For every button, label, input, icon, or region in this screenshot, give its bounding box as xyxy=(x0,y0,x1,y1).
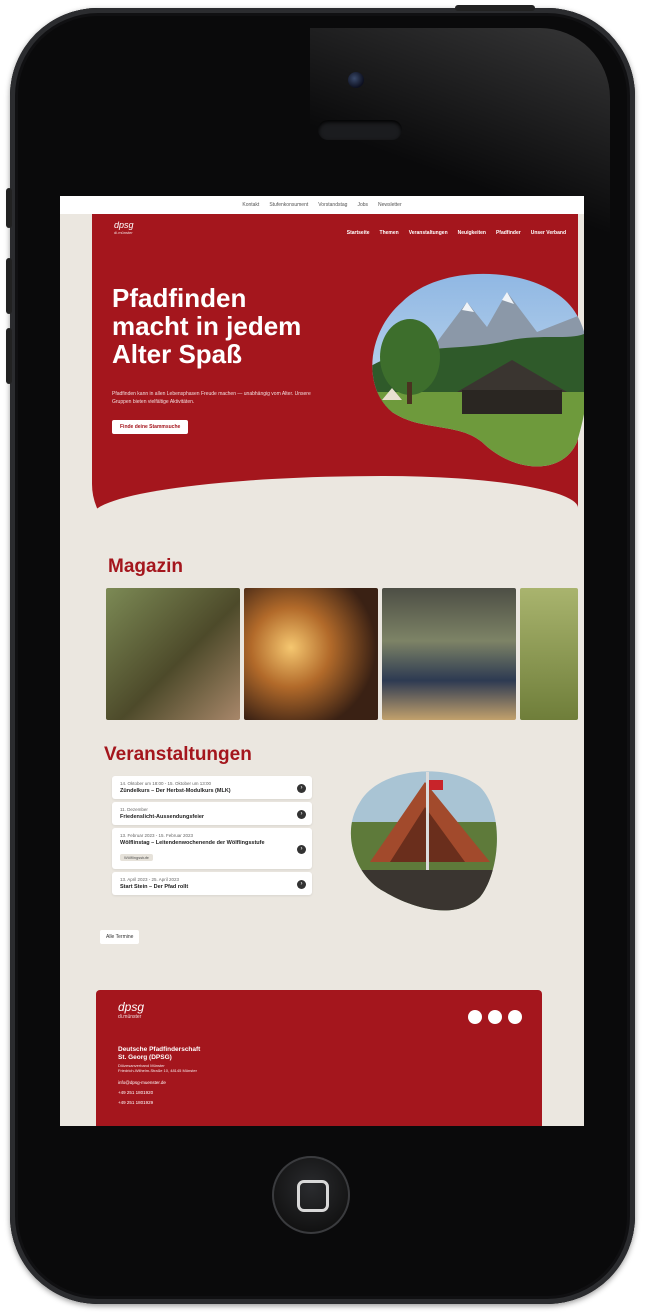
power-button xyxy=(455,5,535,11)
topbar-link[interactable]: Jobs xyxy=(357,202,368,208)
nav-item[interactable]: Startseite xyxy=(347,230,370,236)
arrow-right-icon[interactable]: › xyxy=(297,809,306,819)
home-button[interactable] xyxy=(272,1156,350,1234)
topbar-link[interactable]: Vorstandstag xyxy=(318,202,347,208)
arrow-right-icon[interactable]: › xyxy=(297,783,306,793)
footer-logo[interactable]: dpsg di.münster xyxy=(118,1000,144,1020)
hero-title: Pfadfinden macht in jedem Alter Spaß xyxy=(112,283,302,370)
nav-item[interactable]: Themen xyxy=(380,230,399,236)
topbar-link[interactable]: Newsletter xyxy=(378,202,402,208)
footer-phone[interactable]: +49 251 1801920 xyxy=(118,1088,166,1098)
facebook-icon[interactable] xyxy=(468,1010,482,1024)
events-tent-image xyxy=(350,771,497,911)
magazine-title: Magazin xyxy=(108,556,183,577)
social-links xyxy=(468,1010,522,1024)
event-item[interactable]: 14. Oktober um 18:00 - 15. Oktober um 13… xyxy=(112,776,312,799)
topbar-link[interactable]: Stufenkonsument xyxy=(269,202,308,208)
hero-cta-button[interactable]: Finde deine Stammsuche xyxy=(112,420,189,434)
arrow-right-icon[interactable]: › xyxy=(297,844,306,854)
magazine-card[interactable] xyxy=(106,588,240,720)
dpsg-logo[interactable]: dpsg di.münster xyxy=(114,220,174,246)
arrow-right-icon[interactable]: › xyxy=(297,879,306,889)
nav-item[interactable]: Unser Verband xyxy=(531,230,566,236)
magazine-card[interactable] xyxy=(520,588,578,720)
magazine-card[interactable] xyxy=(382,588,516,720)
magazine-carousel xyxy=(106,588,584,720)
nav-item[interactable]: Neuigkeiten xyxy=(458,230,486,236)
youtube-icon[interactable] xyxy=(508,1010,522,1024)
earpiece-speaker xyxy=(318,120,402,140)
event-item[interactable]: 11. Dezember Friedenslicht-Aussendungsfe… xyxy=(112,802,312,825)
nav-item[interactable]: Pfadfinder xyxy=(496,230,521,236)
instagram-icon[interactable] xyxy=(488,1010,502,1024)
website-screen: Kontakt Stufenkonsument Vorstandstag Job… xyxy=(60,196,584,1126)
nav-item[interactable]: Veranstaltungen xyxy=(409,230,448,236)
site-footer: dpsg di.münster Deutsche Pfadfinderschaf… xyxy=(96,990,542,1126)
front-camera xyxy=(348,72,364,88)
footer-email[interactable]: info@dpsg-muenster.de xyxy=(118,1078,166,1088)
topbar-link[interactable]: Kontakt xyxy=(242,202,259,208)
footer-organization: Deutsche Pfadfinderschaft St. Georg (DPS… xyxy=(118,1046,201,1074)
main-navigation: Startseite Themen Veranstaltungen Neuigk… xyxy=(347,230,566,236)
hero-landscape-image xyxy=(372,273,584,467)
events-title: Veranstaltungen xyxy=(104,744,252,765)
all-events-button[interactable]: Alle Termine xyxy=(100,930,140,944)
silent-switch xyxy=(6,188,12,228)
events-list: 14. Oktober um 18:00 - 15. Oktober um 13… xyxy=(112,776,312,898)
top-utility-bar: Kontakt Stufenkonsument Vorstandstag Job… xyxy=(60,196,584,214)
footer-contact: info@dpsg-muenster.de +49 251 1801920 +4… xyxy=(118,1078,166,1108)
hero-text: Pfadfinden kann in allen Lebensphasen Fr… xyxy=(112,391,311,405)
magazine-card[interactable] xyxy=(244,588,378,720)
event-item[interactable]: 13. Februar 2023 - 15. Februar 2023 Wölf… xyxy=(112,828,312,869)
event-tag: Wölflingsstufe xyxy=(120,854,153,861)
volume-down-button xyxy=(6,328,12,384)
volume-up-button xyxy=(6,258,12,314)
event-item[interactable]: 13. April 2023 - 25. April 2023 Start St… xyxy=(112,872,312,895)
footer-fax: +49 251 1801929 xyxy=(118,1099,154,1105)
